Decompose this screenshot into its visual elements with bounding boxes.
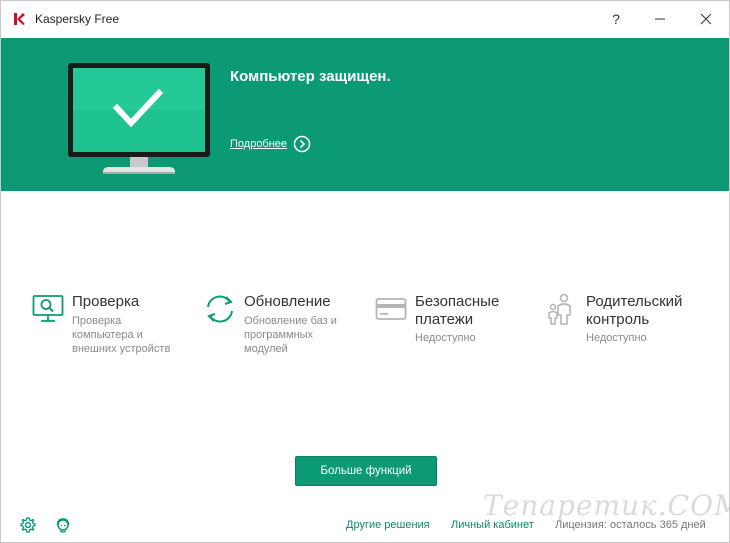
- help-button[interactable]: ?: [594, 1, 638, 37]
- feature-update-desc: Обновление баз и программных модулей: [244, 314, 337, 356]
- feature-title-line: Безопасные: [415, 293, 500, 310]
- window-title: Kaspersky Free: [35, 12, 120, 26]
- feature-desc-line: Недоступно: [586, 332, 647, 344]
- feature-title-line: Родительский: [586, 293, 683, 310]
- credit-card-icon: [375, 298, 407, 320]
- feature-title-line: платежи: [415, 311, 474, 328]
- feature-desc-line: Проверка: [72, 315, 122, 327]
- feature-desc-line: Недоступно: [415, 332, 476, 344]
- kaspersky-logo-icon: [14, 13, 25, 25]
- protection-status: Компьютер защищен.: [230, 68, 391, 85]
- feature-title-line: Обновление: [244, 293, 331, 310]
- feature-update-title: Обновление: [244, 293, 331, 311]
- feature-desc-line: модулей: [244, 343, 288, 355]
- support-agent-icon[interactable]: [55, 517, 71, 533]
- feature-safe-payments-title: Безопасные платежи: [415, 293, 499, 329]
- app-window: Kaspersky Free ? Компьютер защищен. Подр…: [0, 0, 730, 543]
- details-link[interactable]: Подробнее: [230, 135, 311, 153]
- feature-desc-line: программных: [244, 329, 314, 341]
- close-icon: [700, 13, 712, 25]
- feature-scan-title: Проверка: [72, 293, 139, 311]
- gear-icon[interactable]: [20, 517, 36, 533]
- family-icon: [548, 293, 571, 325]
- feature-scan-desc: Проверка компьютера и внешних устройств: [72, 314, 170, 356]
- my-account-link[interactable]: Личный кабинет: [451, 519, 534, 531]
- scan-monitor-icon: [32, 295, 64, 322]
- feature-desc-line: внешних устройств: [72, 343, 171, 355]
- minimize-button[interactable]: [638, 1, 682, 37]
- monitor-check-icon: [68, 63, 210, 174]
- status-banner: Компьютер защищен. Подробнее: [1, 38, 729, 191]
- feature-safe-payments-desc: Недоступно: [415, 331, 476, 345]
- feature-parental-control-desc: Недоступно: [586, 331, 647, 345]
- more-features-button[interactable]: Больше функций: [295, 456, 437, 486]
- feature-parental-control-title: Родительский контроль: [586, 293, 682, 329]
- details-link-label: Подробнее: [230, 138, 288, 150]
- other-solutions-link[interactable]: Другие решения: [346, 519, 430, 531]
- feature-desc-line: Обновление баз и: [244, 315, 337, 327]
- circle-chevron-right-icon: [293, 135, 311, 153]
- license-link[interactable]: Лицензия: осталось 365 дней: [555, 519, 706, 531]
- feature-title-line: контроль: [586, 311, 650, 328]
- update-arrows-icon: [207, 295, 233, 323]
- minimize-icon: [655, 18, 665, 20]
- feature-desc-line: компьютера и: [72, 329, 143, 341]
- close-button[interactable]: [684, 1, 728, 37]
- feature-title-line: Проверка: [72, 293, 140, 310]
- watermark-text: Тепаретик.COM: [483, 489, 730, 522]
- title-bar[interactable]: Kaspersky Free ?: [1, 1, 729, 37]
